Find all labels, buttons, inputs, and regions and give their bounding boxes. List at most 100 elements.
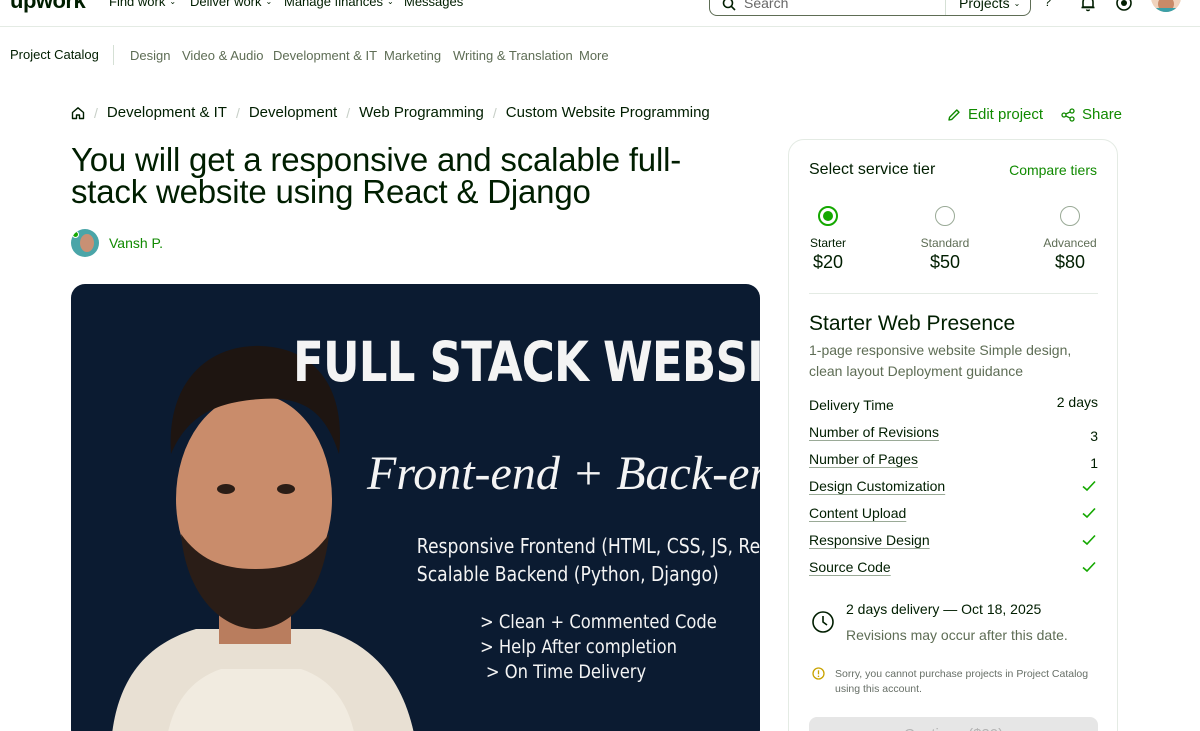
feature-label[interactable]: Content Upload [809,505,906,521]
chevron-down-icon: ⌄ [1013,0,1021,8]
bell-icon[interactable] [1079,0,1097,12]
subnav-marketing[interactable]: Marketing [384,48,441,63]
feature-value: 2 days [1056,394,1098,410]
home-icon[interactable] [71,106,85,120]
check-icon [1082,534,1096,546]
subnav-development-it[interactable]: Development & IT [273,48,377,63]
banner-stack-line: Scalable Backend (Python, Django) [416,562,719,586]
feature-value: 1 [1090,455,1098,471]
search-scope-label: Projects [959,0,1010,11]
breadcrumb-separator: / [235,104,240,121]
feature-delivery-time: Delivery Time 2 days [809,394,1098,417]
banner-stack-text: Responsive Frontend (HTML, CSS, JS, Reac… [416,532,760,588]
nav-find-work[interactable]: Find work ⌄ [109,0,176,9]
breadcrumb-separator: / [346,104,351,121]
tier-name: Advanced [1043,236,1097,250]
tier-price: $80 [1054,252,1086,272]
banner-subtitle: Front-end + Back-end [367,447,760,500]
card-divider [809,293,1098,294]
banner-points: > Clean + Commented Code > Help After co… [480,610,717,685]
tier-radio[interactable] [1060,206,1080,226]
package-title: Starter Web Presence [809,312,1016,335]
page-title: You will get a responsive and scalable f… [71,141,682,210]
tier-radio[interactable] [935,206,955,226]
search-divider [945,0,946,15]
nav-deliver-work-label: Deliver work [190,0,262,9]
tier-advanced[interactable]: Advanced $80 [1042,206,1098,273]
nav-messages[interactable]: Messages [404,0,463,9]
continue-button[interactable]: Continue ($20) [809,717,1098,731]
feature-revisions: Number of Revisions 3 [809,424,1098,444]
feature-content-upload: Content Upload [809,505,1098,525]
search-placeholder: Search [744,0,789,11]
chevron-down-icon: ⌄ [387,0,394,6]
seller-info[interactable]: Vansh P. [71,229,163,257]
subnav-divider [113,45,114,65]
feature-design-customization: Design Customization [809,478,1098,498]
banner-point: > On Time Delivery [485,661,647,683]
seller-name[interactable]: Vansh P. [109,235,163,251]
tier-starter[interactable]: Starter $20 [809,206,847,273]
search-icon [722,0,736,11]
check-icon [1082,561,1096,573]
feature-value: 3 [1090,428,1098,444]
seller-avatar-face [80,234,94,252]
breadcrumb-separator: / [94,104,98,121]
tier-standard[interactable]: Standard $50 [919,206,971,273]
nav-deliver-work[interactable]: Deliver work ⌄ [190,0,272,9]
project-banner-image: FULL STACK WEBSITE Front-end + Back-end … [71,284,760,731]
tier-price: $20 [812,252,844,272]
feature-label[interactable]: Responsive Design [809,532,930,548]
service-tier-card: Select service tier Compare tiers Starte… [788,139,1118,731]
edit-project-label: Edit project [968,106,1044,123]
help-icon[interactable]: ? [1044,0,1062,12]
top-nav: upwork Find work ⌄ Deliver work ⌄ Manage f… [0,0,1200,27]
revisions-note: Revisions may occur after this date. [846,627,1068,643]
compare-tiers-link[interactable]: Compare tiers [1009,162,1097,178]
tier-radio-selected[interactable] [818,206,838,226]
breadcrumb-web-programming[interactable]: Web Programming [359,104,484,121]
breadcrumb-separator: / [492,104,497,121]
catalog-subnav: Project Catalog Design Video & Audio Dev… [0,27,1200,83]
search-scope-dropdown[interactable]: Projects ⌄ [959,0,1020,11]
banner-point: > Help After completion [480,636,677,658]
warning-text: Sorry, you cannot purchase projects in P… [835,668,1089,695]
tier-name: Starter [809,236,846,250]
feature-label[interactable]: Number of Pages [809,451,918,467]
user-avatar[interactable] [1151,0,1181,12]
breadcrumb-development[interactable]: Development [249,104,337,121]
feature-label[interactable]: Number of Revisions [809,424,939,440]
banner-point: > Clean + Commented Code [480,611,717,633]
feature-label[interactable]: Design Customization [809,478,945,494]
subnav-design[interactable]: Design [130,48,170,63]
check-icon [1082,507,1096,519]
nav-find-work-label: Find work [109,0,166,9]
subnav-more[interactable]: More [579,48,609,63]
nav-manage-finances[interactable]: Manage finances ⌄ [284,0,394,9]
apps-icon[interactable] [1115,0,1133,12]
feature-label[interactable]: Source Code [809,559,891,575]
seller-avatar [71,229,99,257]
clock-icon [812,611,834,633]
pencil-icon [948,108,960,121]
banner-stack-line: Responsive Frontend (HTML, CSS, JS, Reac… [416,534,760,558]
check-icon [1082,480,1096,492]
warning-icon [812,667,825,680]
project-catalog-link[interactable]: Project Catalog [10,47,99,62]
nav-messages-label: Messages [404,0,464,9]
feature-responsive-design: Responsive Design [809,532,1098,552]
share-button[interactable]: Share [1061,106,1122,123]
share-icon [1061,107,1075,122]
banner-title: FULL STACK WEBSITE [293,330,760,394]
tier-price: $50 [929,252,961,272]
subnav-video-audio[interactable]: Video & Audio [182,48,263,63]
breadcrumb: / Development & IT / Development / Web P… [71,104,710,121]
feature-source-code: Source Code [809,559,1098,579]
upwork-logo[interactable]: upwork [10,0,86,14]
breadcrumb-development-it[interactable]: Development & IT [107,104,227,121]
chevron-down-icon: ⌄ [169,0,177,6]
subnav-writing-translation[interactable]: Writing & Translation [453,48,573,63]
breadcrumb-custom-website[interactable]: Custom Website Programming [506,104,710,121]
edit-project-button[interactable]: Edit project [947,106,1043,123]
search-input[interactable]: Search Projects ⌄ [709,0,1031,16]
